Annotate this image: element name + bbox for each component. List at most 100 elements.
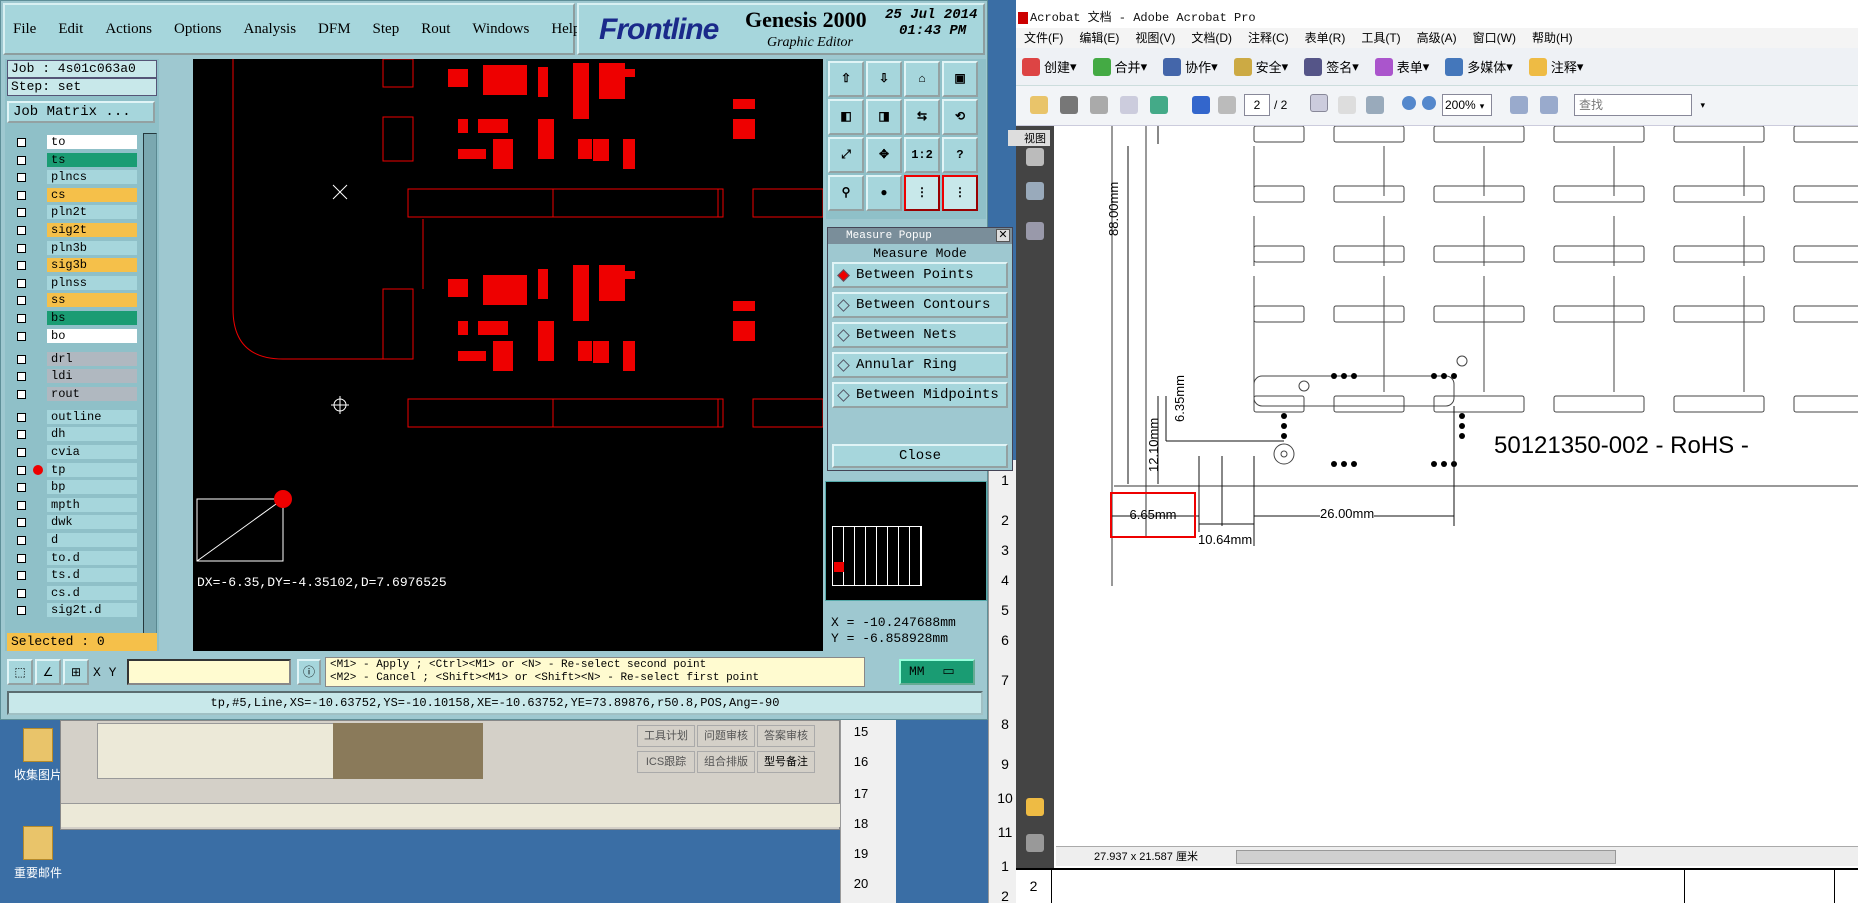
layer-checkbox[interactable] xyxy=(17,314,26,323)
layer-row-bp[interactable]: bp xyxy=(13,480,137,495)
refresh-icon[interactable]: ⟲ xyxy=(942,99,978,135)
option-between-points[interactable]: Between Points xyxy=(832,262,1008,288)
units-selector[interactable]: MM ▭ xyxy=(899,659,975,685)
layer-checkbox[interactable] xyxy=(17,606,26,616)
menu-advanced[interactable]: 高级(A) xyxy=(1417,28,1457,48)
snap-tool-icon[interactable]: ⬚ xyxy=(7,659,33,685)
net-compare-icon[interactable]: ⋮ xyxy=(942,175,978,211)
layer-checkbox[interactable] xyxy=(17,208,26,218)
open-icon[interactable]: ⇧ xyxy=(828,61,864,97)
xy-input[interactable] xyxy=(127,659,291,685)
open-folder-icon[interactable] xyxy=(1030,96,1048,114)
layer-checkbox[interactable] xyxy=(17,465,26,475)
layer-row-drl[interactable]: drl xyxy=(13,351,137,367)
graphic-editor-canvas[interactable]: DX=-6.35,DY=-4.35102,D=7.6976525 xyxy=(193,59,823,651)
layer-checkbox[interactable] xyxy=(17,190,26,200)
menu-edit[interactable]: Edit xyxy=(58,21,83,38)
grid-tool-icon[interactable]: ⊞ xyxy=(63,659,89,685)
layer-checkbox[interactable] xyxy=(17,500,26,510)
layer-row-dwk[interactable]: dwk xyxy=(13,515,137,530)
zoom-fit-icon[interactable]: ⤢ xyxy=(828,137,864,173)
forms-button[interactable]: 表单 ▾ xyxy=(1374,57,1429,76)
menu-view[interactable]: 视图(V) xyxy=(1135,28,1175,48)
layer-checkbox[interactable] xyxy=(17,412,26,422)
window-icon[interactable]: ▣ xyxy=(942,61,978,97)
layer-checkbox[interactable] xyxy=(17,389,26,399)
create-button[interactable]: 创建 ▾ xyxy=(1022,57,1077,76)
layer-scrollbar[interactable] xyxy=(143,133,157,645)
measure-close-button[interactable]: Close xyxy=(832,444,1008,468)
menu-comments[interactable]: 注释(C) xyxy=(1248,28,1289,48)
menu-document[interactable]: 文档(D) xyxy=(1191,28,1232,48)
measure-popup-close-icon[interactable]: ✕ xyxy=(996,229,1010,242)
job-matrix-button[interactable]: Job Matrix ... xyxy=(7,101,155,123)
menu-windows[interactable]: Windows xyxy=(472,21,529,38)
option-annular-ring[interactable]: Annular Ring xyxy=(832,352,1008,378)
desktop-icon-collect-images[interactable]: 收集图片 xyxy=(8,728,68,783)
bookmarks-icon[interactable] xyxy=(1026,182,1044,200)
signatures-icon[interactable] xyxy=(1026,222,1044,240)
next-page-icon[interactable] xyxy=(1218,96,1236,114)
fit-page-icon[interactable] xyxy=(1510,96,1528,114)
horizontal-scrollbar[interactable] xyxy=(1236,850,1616,864)
menu-window[interactable]: 窗口(W) xyxy=(1473,28,1516,48)
zoom-tool-icon[interactable] xyxy=(1366,96,1384,114)
layer-row-bo[interactable]: bo xyxy=(13,328,137,344)
page-number-input[interactable]: 2 xyxy=(1244,94,1270,116)
help-icon[interactable]: ? xyxy=(942,137,978,173)
full-screen-icon[interactable] xyxy=(1540,96,1558,114)
pdf-document-view[interactable]: 88.00mm 6.35mm 12.10mm 6.65mm 10.64mm 26… xyxy=(1054,126,1858,846)
scale-icon[interactable]: 1:2 xyxy=(904,137,940,173)
upload-icon[interactable] xyxy=(1150,96,1168,114)
layer-checkbox[interactable] xyxy=(17,536,26,545)
layer-row-to-d[interactable]: to.d xyxy=(13,550,137,566)
layer-row-sig2t[interactable]: sig2t xyxy=(13,223,137,238)
option-between-midpoints[interactable]: Between Midpoints xyxy=(832,382,1008,408)
print-icon[interactable] xyxy=(1060,96,1078,114)
angle-tool-icon[interactable]: ∠ xyxy=(35,659,61,685)
layer-row-d[interactable]: d xyxy=(13,533,137,548)
probe-icon[interactable]: ● xyxy=(866,175,902,211)
collaborate-button[interactable]: 协作 ▾ xyxy=(1163,57,1218,76)
layer-checkbox[interactable] xyxy=(17,296,26,306)
pan-left-icon[interactable]: ◧ xyxy=(828,99,864,135)
layer-checkbox[interactable] xyxy=(17,261,26,271)
zoom-center-icon[interactable]: ✥ xyxy=(866,137,902,173)
menu-tools[interactable]: 工具(T) xyxy=(1361,28,1400,48)
layer-row-plnss[interactable]: plnss xyxy=(13,275,137,291)
prev-page-icon[interactable] xyxy=(1192,96,1210,114)
menu-rout[interactable]: Rout xyxy=(421,21,450,38)
layer-checkbox[interactable] xyxy=(17,226,26,235)
btn-tool-plan[interactable]: 工具计划 xyxy=(637,725,695,747)
save-icon[interactable]: ⇩ xyxy=(866,61,902,97)
option-between-nets[interactable]: Between Nets xyxy=(832,322,1008,348)
layer-row-cs[interactable]: cs xyxy=(13,187,137,203)
flip-icon[interactable]: ⇆ xyxy=(904,99,940,135)
measure-icon[interactable]: ⚲ xyxy=(828,175,864,211)
layer-row-tp[interactable]: tp xyxy=(13,462,137,478)
layer-checkbox[interactable] xyxy=(17,588,26,598)
layer-row-cs-d[interactable]: cs.d xyxy=(13,585,137,601)
menu-actions[interactable]: Actions xyxy=(105,21,152,38)
btn-answer-review[interactable]: 答案审核 xyxy=(757,725,815,747)
menu-analysis[interactable]: Analysis xyxy=(244,21,297,38)
layer-row-sig3b[interactable]: sig3b xyxy=(13,258,137,273)
zoom-select[interactable]: 200% ▾ xyxy=(1442,94,1492,116)
layer-checkbox[interactable] xyxy=(17,553,26,563)
combine-button[interactable]: 合并 ▾ xyxy=(1092,57,1147,76)
net-icon[interactable]: ⋮ xyxy=(904,175,940,211)
menu-file[interactable]: 文件(F) xyxy=(1024,28,1063,48)
layer-row-ss[interactable]: ss xyxy=(13,293,137,308)
multimedia-button[interactable]: 多媒体 ▾ xyxy=(1445,57,1513,76)
view-tab[interactable]: 视图 xyxy=(1008,130,1050,146)
menu-help[interactable]: 帮助(H) xyxy=(1532,28,1573,48)
comment-button[interactable]: 注释 ▾ xyxy=(1528,57,1583,76)
hand-icon[interactable] xyxy=(1338,96,1356,114)
layer-checkbox[interactable] xyxy=(17,155,26,165)
layer-row-ldi[interactable]: ldi xyxy=(13,369,137,384)
menu-edit[interactable]: 编辑(E) xyxy=(1079,28,1119,48)
layer-checkbox[interactable] xyxy=(17,278,26,288)
pages-icon[interactable] xyxy=(1026,148,1044,166)
menu-forms[interactable]: 表单(R) xyxy=(1305,28,1346,48)
btn-model-notes[interactable]: 型号备注 xyxy=(757,751,815,773)
